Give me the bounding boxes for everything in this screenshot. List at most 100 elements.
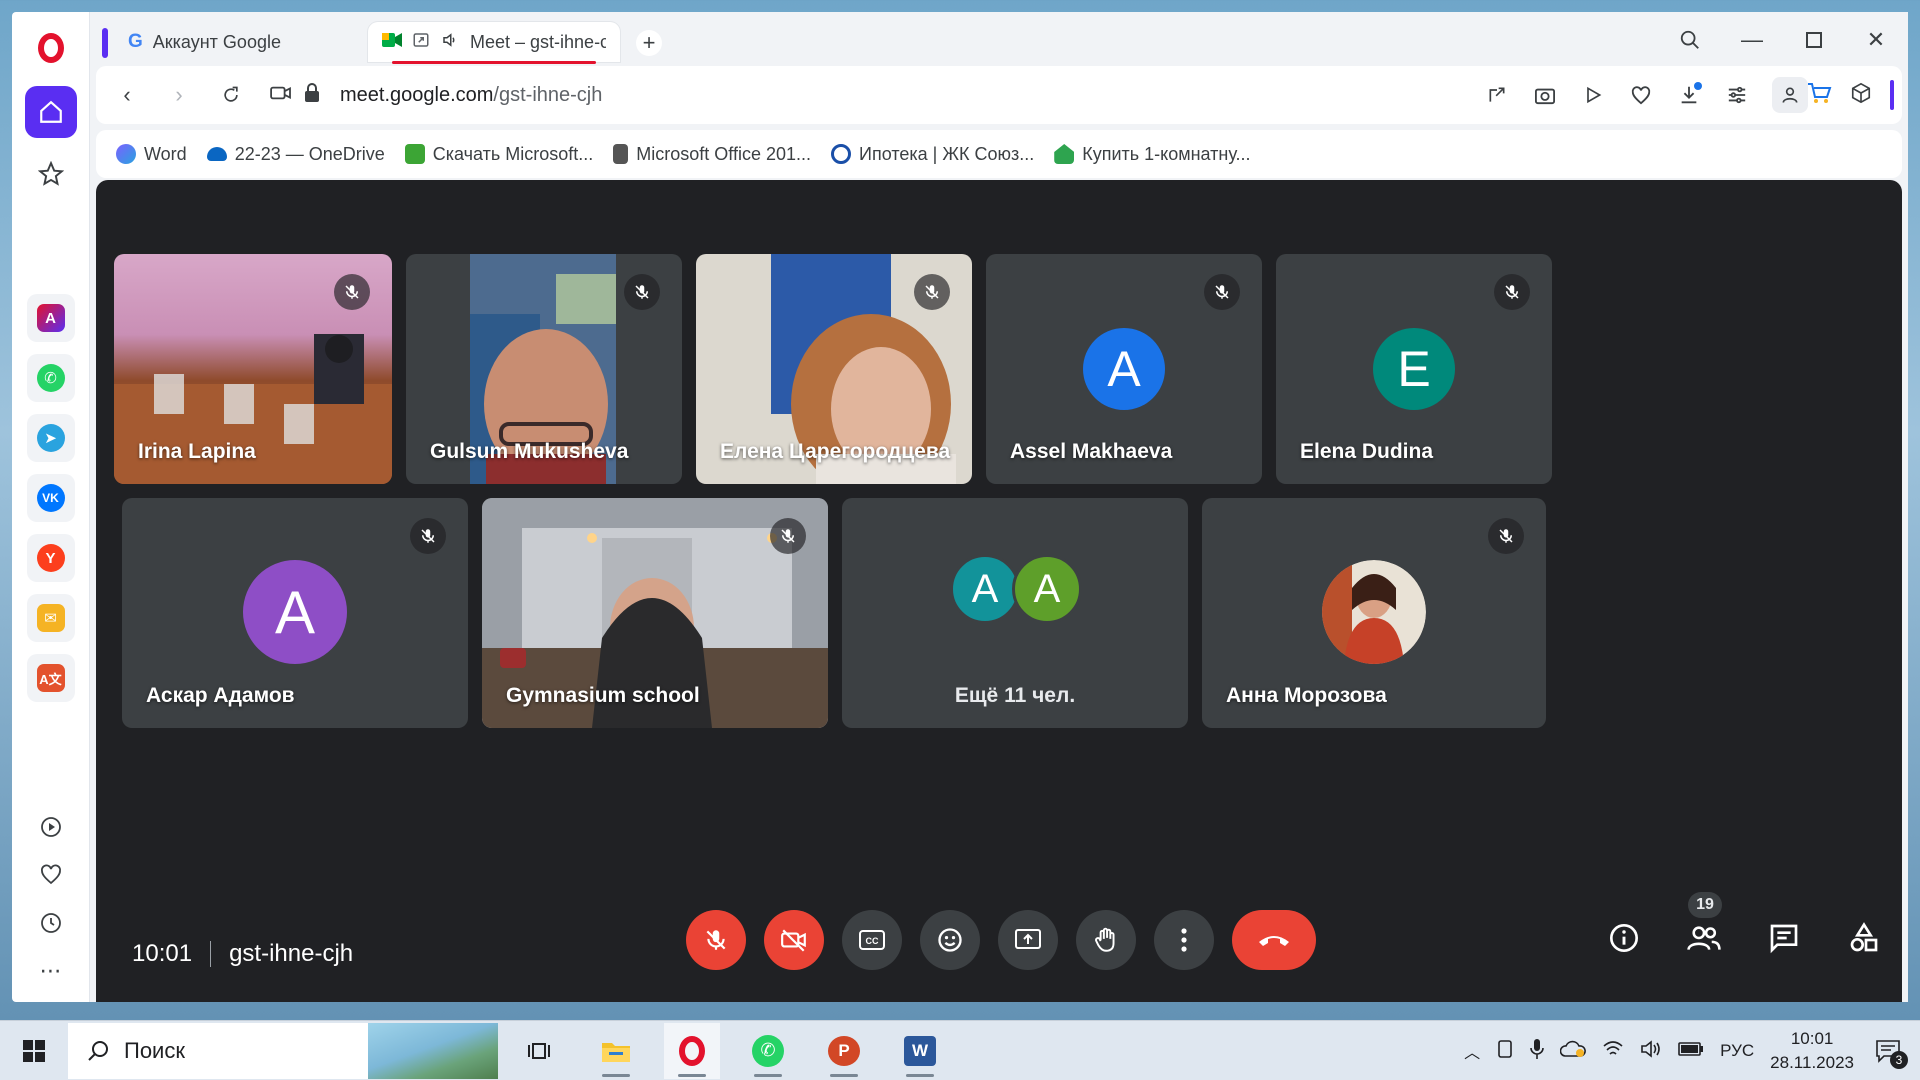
file-explorer-button[interactable] — [588, 1023, 644, 1079]
close-window-button[interactable]: ✕ — [1862, 26, 1890, 54]
activities-button[interactable] — [1840, 914, 1888, 962]
picture-in-picture-icon[interactable] — [412, 31, 430, 54]
snapshot-icon[interactable] — [1532, 82, 1558, 108]
word-taskbar-button[interactable]: W — [892, 1023, 948, 1079]
bookmark-item[interactable]: Купить 1-комнатну... — [1054, 144, 1251, 165]
microphone-icon[interactable] — [1530, 1038, 1544, 1065]
opera-sidebar: A ✆ ➤ VK Y ✉ A文 ⋯ — [12, 12, 90, 1002]
vk-icon[interactable]: VK — [26, 474, 75, 522]
task-view-button[interactable] — [512, 1023, 568, 1079]
more-horizontal-icon[interactable]: ⋯ — [34, 954, 68, 988]
raise-hand-button[interactable] — [1076, 910, 1136, 970]
toggle-camera-button[interactable] — [764, 910, 824, 970]
player-icon[interactable] — [34, 810, 68, 844]
tab-meet[interactable]: Meet – gst-ihne-cjh — [368, 22, 620, 64]
bookmark-item[interactable]: Word — [116, 144, 187, 165]
search-tabs-icon[interactable] — [1676, 26, 1704, 54]
profile-avatar-icon[interactable] — [1772, 77, 1808, 113]
info-icon — [1610, 924, 1638, 952]
volume-icon[interactable] — [1640, 1039, 1662, 1063]
home-icon[interactable] — [24, 86, 77, 138]
lock-icon[interactable] — [304, 82, 320, 108]
leave-call-button[interactable] — [1232, 910, 1316, 970]
participant-tile[interactable]: A Аскар Адамов — [122, 498, 468, 728]
bookmark-item[interactable]: Microsoft Office 201... — [613, 144, 811, 165]
wifi-icon[interactable] — [1602, 1040, 1624, 1063]
windows-taskbar: Поиск ✆ P W ︿ РУС 10:01 28.11.2023 3 — [0, 1020, 1920, 1080]
maximize-button[interactable] — [1800, 26, 1828, 54]
whatsapp-icon: ✆ — [752, 1034, 784, 1067]
share-icon[interactable] — [1484, 82, 1510, 108]
powerpoint-taskbar-button[interactable]: P — [816, 1023, 872, 1079]
input-language[interactable]: РУС — [1720, 1041, 1754, 1061]
participant-tile[interactable]: Irina Lapina — [114, 254, 392, 484]
heart-icon[interactable] — [34, 858, 68, 892]
meet-device-icon[interactable] — [1496, 1039, 1514, 1064]
mail-icon[interactable]: ✉ — [26, 594, 75, 642]
url-field[interactable]: meet.google.com/gst-ihne-cjh — [340, 84, 602, 107]
translate-icon[interactable]: A文 — [26, 654, 75, 702]
show-hidden-icons-icon[interactable]: ︿ — [1464, 1039, 1480, 1063]
shopping-cart-icon[interactable] — [1806, 81, 1832, 110]
tab-google-account[interactable]: G Аккаунт Google — [102, 22, 364, 62]
address-bar: ‹ › meet.google.com/gst-ihne-cjh — [96, 66, 1902, 124]
forward-button[interactable]: › — [166, 82, 192, 108]
bookmark-item[interactable]: 22-23 — OneDrive — [206, 144, 385, 165]
easy-setup-icon[interactable] — [1724, 82, 1750, 108]
powerpoint-icon: P — [828, 1035, 860, 1066]
participant-name: Irina Lapina — [138, 440, 256, 463]
participant-name: Аскар Адамов — [146, 684, 295, 707]
aria-icon[interactable]: A — [26, 294, 75, 342]
camera-in-use-icon[interactable] — [270, 84, 292, 107]
onedrive-sync-icon[interactable] — [1559, 1040, 1587, 1063]
participant-tile[interactable]: Gulsum Mukusheva — [406, 254, 682, 484]
minimize-button[interactable]: — — [1738, 26, 1766, 54]
extensions-cube-icon[interactable] — [1850, 82, 1872, 109]
reactions-button[interactable] — [920, 910, 980, 970]
more-participants-label: Ещё 11 чел. — [954, 684, 1076, 707]
captions-button[interactable]: CC — [842, 910, 902, 970]
search-placeholder: Поиск — [124, 1037, 185, 1063]
taskbar-search[interactable]: Поиск — [68, 1022, 498, 1079]
meet-logo-icon — [382, 31, 402, 54]
present-screen-button[interactable] — [998, 910, 1058, 970]
whatsapp-icon[interactable]: ✆ — [26, 354, 75, 402]
battery-icon[interactable] — [1678, 1041, 1704, 1062]
downloads-icon[interactable] — [1676, 82, 1702, 108]
tab-title: Meet – gst-ihne-cjh — [470, 31, 606, 52]
history-icon[interactable] — [34, 906, 68, 940]
search-icon — [88, 1040, 108, 1061]
participant-name: Елена Царегородцева — [720, 440, 951, 463]
reload-button[interactable] — [218, 82, 244, 108]
whatsapp-taskbar-button[interactable]: ✆ — [740, 1023, 796, 1079]
participant-tile[interactable]: A Assel Makhaeva — [986, 254, 1262, 484]
opera-logo-icon[interactable] — [31, 28, 71, 68]
participant-tile[interactable]: E Elena Dudina — [1276, 254, 1552, 484]
telegram-icon[interactable]: ➤ — [26, 414, 75, 462]
taskbar-clock[interactable]: 10:01 28.11.2023 — [1770, 1027, 1854, 1075]
participant-tile[interactable]: Анна Морозова — [1202, 498, 1546, 728]
more-participants-tile[interactable]: A A Ещё 11 чел. — [842, 498, 1188, 728]
yandex-icon[interactable]: Y — [26, 534, 75, 582]
flow-icon[interactable] — [1580, 82, 1606, 108]
bookmark-item[interactable]: Ипотека | ЖК Союз... — [831, 144, 1034, 165]
participant-tile[interactable]: Gymnasium school — [482, 498, 828, 728]
star-icon[interactable] — [31, 154, 71, 194]
opera-taskbar-button[interactable] — [664, 1022, 720, 1079]
back-button[interactable]: ‹ — [114, 82, 140, 108]
toggle-mic-button[interactable] — [686, 910, 746, 970]
new-tab-button[interactable]: + — [636, 30, 662, 56]
notification-center-button[interactable]: 3 — [1870, 1033, 1908, 1069]
bookmark-heart-icon[interactable] — [1628, 82, 1654, 108]
people-button[interactable]: 19 — [1680, 892, 1728, 962]
bookmark-item[interactable]: Скачать Microsoft... — [404, 144, 593, 165]
more-options-button[interactable] — [1154, 910, 1214, 970]
meet-stage: Irina Lapina Gulsum Mukusheva Елена Царе… — [96, 180, 1902, 1002]
start-button[interactable] — [0, 1021, 68, 1080]
speaker-icon[interactable] — [440, 31, 460, 54]
meeting-info-button[interactable] — [1600, 914, 1648, 962]
participant-avatar: A — [950, 554, 1020, 624]
chat-button[interactable] — [1760, 914, 1808, 962]
mic-off-icon — [770, 518, 806, 554]
participant-tile[interactable]: Елена Царегородцева — [696, 254, 972, 484]
